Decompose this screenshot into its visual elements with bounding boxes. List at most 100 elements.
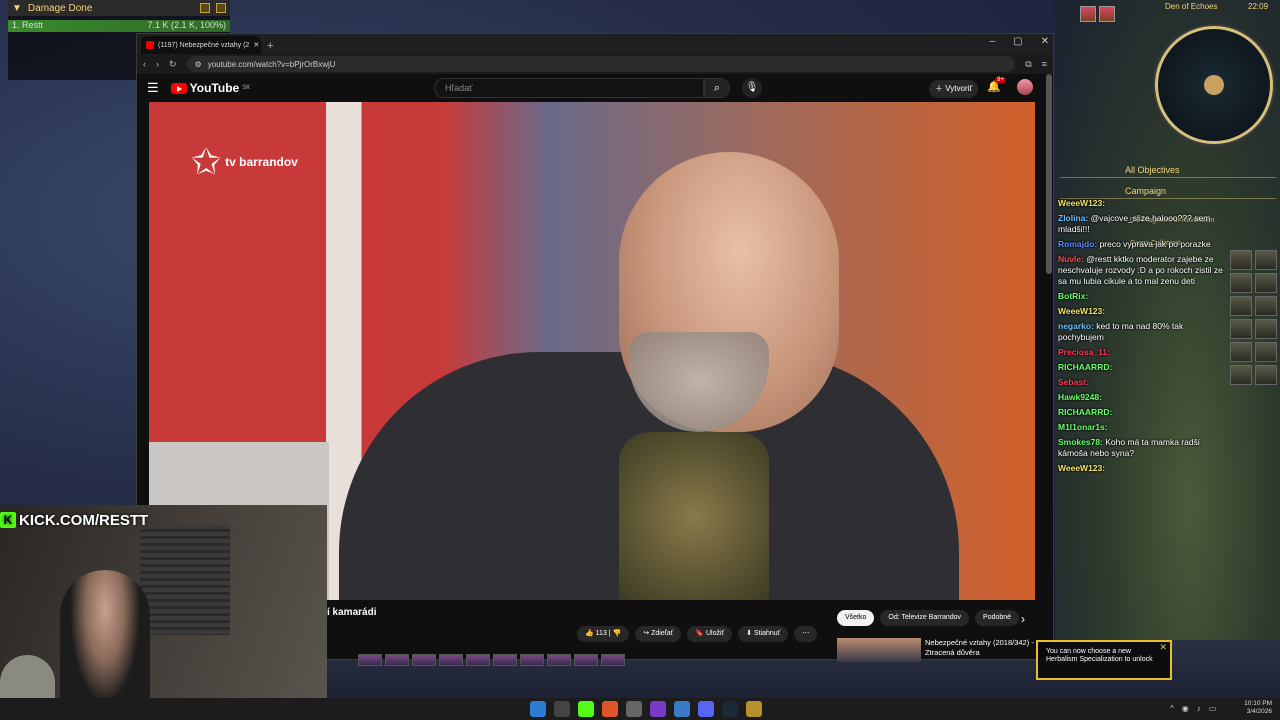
- tab-title: (1197) Nebezpečné vztahy (2: [158, 41, 250, 49]
- like-button[interactable]: 👍 113 | 👎: [577, 626, 630, 642]
- chip-related[interactable]: Podobné: [975, 610, 1020, 626]
- create-button[interactable]: ＋ Vytvoriť: [929, 80, 979, 98]
- browser-app-icon[interactable]: [602, 701, 618, 717]
- close-window-button[interactable]: ✕: [1041, 36, 1049, 47]
- save-button[interactable]: 🔖 Uložiť: [687, 626, 733, 642]
- app-icon[interactable]: [626, 701, 642, 717]
- skill-slot[interactable]: [385, 654, 409, 666]
- action-slot[interactable]: [1255, 342, 1277, 362]
- action-slot[interactable]: [1230, 296, 1252, 316]
- chat-username[interactable]: WeeeW123:: [1058, 463, 1105, 473]
- action-slot[interactable]: [1255, 365, 1277, 385]
- chat-username[interactable]: WeeeW123:: [1058, 306, 1105, 316]
- portrait-icon[interactable]: [1080, 6, 1096, 22]
- search-button[interactable]: ⌕: [704, 78, 730, 98]
- skill-slot[interactable]: [520, 654, 544, 666]
- voice-search-icon[interactable]: 🎙: [742, 78, 762, 98]
- youtube-logo[interactable]: YouTube SK: [170, 81, 250, 95]
- app-icon[interactable]: [554, 701, 570, 717]
- app-icon[interactable]: [650, 701, 666, 717]
- skill-slot[interactable]: [358, 654, 382, 666]
- chat-username[interactable]: Sebast:: [1058, 377, 1089, 387]
- extensions-icon[interactable]: ⧉: [1025, 59, 1031, 70]
- taskbar-apps: [530, 701, 762, 717]
- chat-username[interactable]: Hawk9248:: [1058, 392, 1102, 402]
- chip-all[interactable]: Všetko: [837, 610, 875, 626]
- action-slot[interactable]: [1255, 296, 1277, 316]
- portrait-icon[interactable]: [1099, 6, 1115, 22]
- dropdown-arrow-icon[interactable]: ▼: [12, 3, 22, 14]
- recommended-title[interactable]: Nebezpečné vztahy (2018/342) - Ztracená …: [925, 638, 1035, 658]
- avatar[interactable]: [1017, 79, 1033, 95]
- search-input[interactable]: Hľadať: [434, 78, 704, 98]
- minimize-button[interactable]: –: [990, 36, 996, 47]
- hamburger-menu-icon[interactable]: ☰: [147, 80, 159, 96]
- meter-mode-icon[interactable]: [200, 3, 210, 13]
- skill-slot[interactable]: [601, 654, 625, 666]
- chip-channel[interactable]: Od: Televize Barrandov: [880, 610, 970, 626]
- window-controls: – ▢ ✕: [990, 36, 1049, 47]
- skill-slot[interactable]: [466, 654, 490, 666]
- minimap[interactable]: [1155, 26, 1273, 144]
- discord-icon[interactable]: [698, 701, 714, 717]
- game-notification[interactable]: ✕ You can now choose a new Herbalism Spe…: [1036, 640, 1172, 680]
- chat-username[interactable]: Romajdo:: [1058, 239, 1100, 249]
- recommended-thumbnail[interactable]: [837, 638, 921, 662]
- app-icon[interactable]: [674, 701, 690, 717]
- action-slot[interactable]: [1230, 273, 1252, 293]
- damage-meter-header[interactable]: ▼ Damage Done: [8, 0, 230, 16]
- chat-username[interactable]: RICHAARRD:: [1058, 407, 1112, 417]
- chevron-right-icon[interactable]: ›: [1021, 612, 1025, 626]
- close-tab-icon[interactable]: ✕: [253, 41, 259, 49]
- action-slot[interactable]: [1255, 250, 1277, 270]
- share-button[interactable]: ↪ Zdieľať: [635, 626, 682, 642]
- chat-username[interactable]: BotRix:: [1058, 291, 1088, 301]
- page-scrollbar[interactable]: [1046, 74, 1052, 274]
- campaign-header[interactable]: Campaign: [1060, 184, 1276, 199]
- chat-username[interactable]: WeeeW123:: [1058, 198, 1105, 208]
- back-icon[interactable]: ‹: [143, 59, 146, 69]
- site-info-icon[interactable]: ⚙: [195, 60, 202, 69]
- action-slot[interactable]: [1230, 319, 1252, 339]
- windows-start-icon[interactable]: [530, 701, 546, 717]
- volume-icon[interactable]: ♪: [1197, 704, 1201, 713]
- action-slot[interactable]: [1230, 365, 1252, 385]
- chat-username[interactable]: RICHAARRD:: [1058, 362, 1112, 372]
- new-tab-button[interactable]: +: [267, 40, 273, 52]
- battery-icon[interactable]: ▭: [1209, 704, 1217, 713]
- clock[interactable]: 10:10 PM 3/4/2026: [1244, 700, 1272, 716]
- action-slot[interactable]: [1230, 342, 1252, 362]
- chat-username[interactable]: M1l1onar1s:: [1058, 422, 1108, 432]
- skill-slot[interactable]: [547, 654, 571, 666]
- action-slot[interactable]: [1255, 273, 1277, 293]
- game-app-icon[interactable]: [746, 701, 762, 717]
- more-actions-icon[interactable]: ⋯: [794, 626, 818, 642]
- reload-icon[interactable]: ↻: [169, 59, 177, 70]
- download-button[interactable]: ⬇ Stiahnuť: [738, 626, 789, 642]
- chevron-up-icon[interactable]: ^: [1170, 704, 1174, 713]
- url-field[interactable]: ⚙ youtube.com/watch?v=bPjrOrBxwjU: [186, 56, 1016, 72]
- menu-icon[interactable]: ≡: [1042, 59, 1047, 69]
- chat-username[interactable]: Preciosa_11:: [1058, 347, 1110, 357]
- chat-username[interactable]: Zlolina:: [1058, 213, 1091, 223]
- forward-icon[interactable]: ›: [156, 59, 159, 69]
- steam-icon[interactable]: [722, 701, 738, 717]
- gear-icon[interactable]: [216, 3, 226, 13]
- chat-username[interactable]: Nuvle:: [1058, 254, 1086, 264]
- maximize-button[interactable]: ▢: [1013, 36, 1022, 47]
- close-icon[interactable]: ✕: [1159, 643, 1167, 652]
- chat-username[interactable]: Smokes78:: [1058, 437, 1105, 447]
- action-slot[interactable]: [1255, 319, 1277, 339]
- skill-slot[interactable]: [412, 654, 436, 666]
- action-slot[interactable]: [1230, 250, 1252, 270]
- skill-slot[interactable]: [493, 654, 517, 666]
- network-icon[interactable]: ◉: [1182, 704, 1189, 713]
- notifications-bell-icon[interactable]: 🔔 9+: [987, 77, 1006, 93]
- video-person-shirt: [619, 432, 769, 600]
- skill-slot[interactable]: [439, 654, 463, 666]
- kick-app-icon[interactable]: [578, 701, 594, 717]
- browser-tab[interactable]: (1197) Nebezpečné vztahy (2 ✕: [141, 36, 261, 54]
- all-objectives-header[interactable]: All Objectives: [1060, 163, 1276, 178]
- skill-slot[interactable]: [574, 654, 598, 666]
- chat-username[interactable]: negarko:: [1058, 321, 1096, 331]
